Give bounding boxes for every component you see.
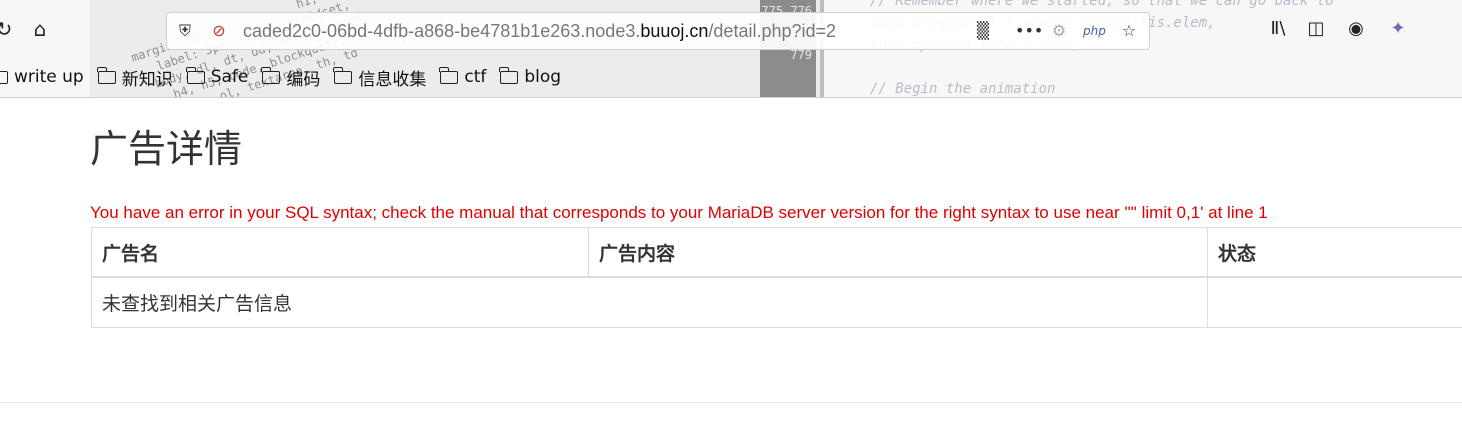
footer-divider (0, 402, 1462, 403)
header-status: 状态 (1207, 227, 1462, 278)
bookmark-safe[interactable]: Safe (185, 64, 248, 90)
extension-puzzle-icon[interactable]: ✦ (1386, 17, 1410, 41)
folder-icon (261, 66, 281, 84)
folder-icon (0, 70, 8, 84)
bookmark-blog[interactable]: blog (499, 64, 561, 90)
account-icon[interactable]: ◉ (1344, 17, 1368, 41)
table-row: 未查找到相关广告信息 (91, 276, 1462, 328)
folder-icon (333, 66, 353, 84)
folder-icon (499, 66, 519, 84)
folder-icon (439, 66, 459, 84)
home-icon[interactable]: ⌂ (28, 17, 52, 41)
header-ad-name: 广告名 (91, 227, 589, 278)
bookmark-encoding[interactable]: 编码 (261, 64, 320, 90)
header-ad-content: 广告内容 (588, 227, 1208, 278)
url-text[interactable]: caded2c0-06bd-4dfb-a868-be4781b1e263.nod… (243, 21, 836, 42)
browser-chrome: margin-top: 0; h1, h2, label: 5px; li, f… (0, 0, 1462, 98)
sql-error-message: You have an error in your SQL syntax; ch… (90, 203, 1268, 222)
page-title: 广告详情 (90, 127, 243, 171)
table-cell-message: 未查找到相关广告信息 (91, 276, 1208, 328)
sidebar-icon[interactable]: ◫ (1304, 17, 1328, 41)
bookmark-write-up[interactable]: write up (0, 64, 84, 90)
table-cell-status (1207, 276, 1462, 328)
folder-icon (96, 66, 116, 84)
qr-code-icon[interactable]: ▒ (973, 21, 993, 41)
php-icon[interactable]: php (1083, 21, 1106, 41)
bookmarks-bar: write up 新知识 Safe 编码 信息收集 ctf blog (0, 64, 575, 90)
table-header-row: 广告名 广告内容 状态 (91, 227, 1462, 278)
extension-icon[interactable]: ⚙ (1049, 21, 1069, 41)
no-camera-icon[interactable]: ⊘ (209, 21, 229, 41)
reload-icon[interactable]: ↻ (0, 17, 16, 41)
ads-table: 广告名 广告内容 状态 未查找到相关广告信息 (91, 227, 1462, 328)
bookmark-new-knowledge[interactable]: 新知识 (96, 64, 173, 90)
bookmark-ctf[interactable]: ctf (439, 64, 486, 90)
more-icon[interactable]: ••• (1015, 21, 1043, 41)
shield-icon[interactable]: ⛨ (175, 21, 195, 41)
bookmark-info-gathering[interactable]: 信息收集 (333, 64, 426, 90)
library-icon[interactable]: Ⅱ\ (1266, 17, 1290, 41)
folder-icon (185, 66, 205, 84)
bookmark-star-icon[interactable]: ☆ (1119, 21, 1139, 41)
url-bar[interactable]: ⛨ ⊘ caded2c0-06bd-4dfb-a868-be4781b1e263… (166, 12, 1150, 50)
